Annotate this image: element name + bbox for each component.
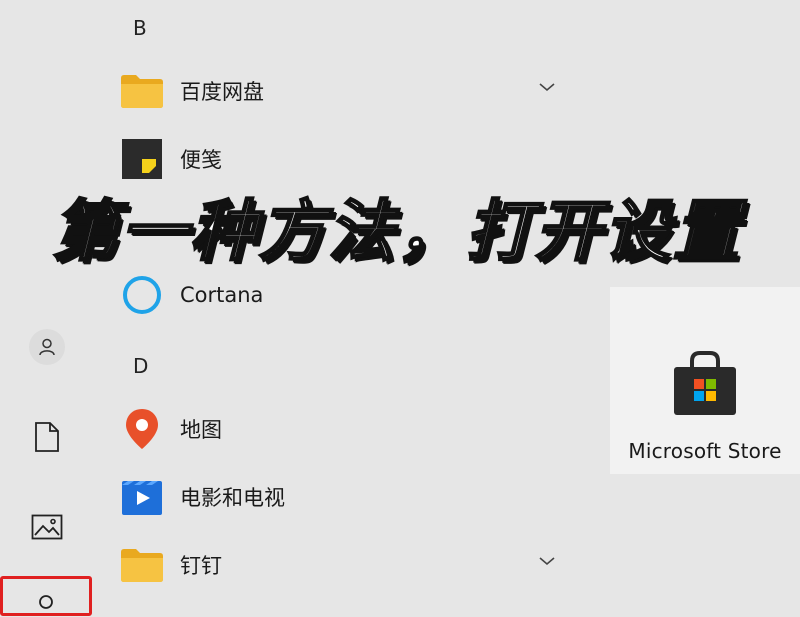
app-item-movies-tv[interactable]: 电影和电视 bbox=[120, 472, 580, 522]
app-list: B 百度网盘 便笺 Cortana D 地图 电影和电视 钉钉 bbox=[0, 0, 600, 600]
section-letter-b[interactable]: B bbox=[133, 16, 147, 40]
app-label: 百度网盘 bbox=[180, 80, 264, 104]
app-label: 钉钉 bbox=[180, 554, 222, 578]
microsoft-store-tile[interactable]: Microsoft Store bbox=[610, 287, 800, 474]
app-label: 地图 bbox=[180, 418, 222, 442]
sticky-notes-icon bbox=[120, 137, 164, 181]
map-pin-icon bbox=[120, 407, 164, 451]
store-bag-icon bbox=[674, 351, 736, 415]
app-label: 电影和电视 bbox=[180, 486, 285, 510]
app-label: 便笺 bbox=[180, 148, 222, 172]
chevron-down-icon[interactable] bbox=[538, 81, 556, 93]
app-item-dingtalk[interactable]: 钉钉 bbox=[120, 540, 580, 590]
chevron-down-icon[interactable] bbox=[538, 555, 556, 567]
app-item-sticky-notes[interactable]: 便笺 bbox=[120, 134, 580, 184]
section-letter-d[interactable]: D bbox=[133, 354, 148, 378]
tutorial-caption: 第一种方法，打开设置 bbox=[51, 192, 742, 272]
folder-icon bbox=[120, 543, 164, 587]
tile-label: Microsoft Store bbox=[628, 439, 782, 463]
movies-tv-icon bbox=[120, 475, 164, 519]
folder-icon bbox=[120, 69, 164, 113]
app-item-baidu-netdisk[interactable]: 百度网盘 bbox=[120, 66, 580, 116]
app-label: Cortana bbox=[180, 283, 264, 307]
app-item-maps[interactable]: 地图 bbox=[120, 404, 580, 454]
cortana-ring-icon bbox=[120, 273, 164, 317]
